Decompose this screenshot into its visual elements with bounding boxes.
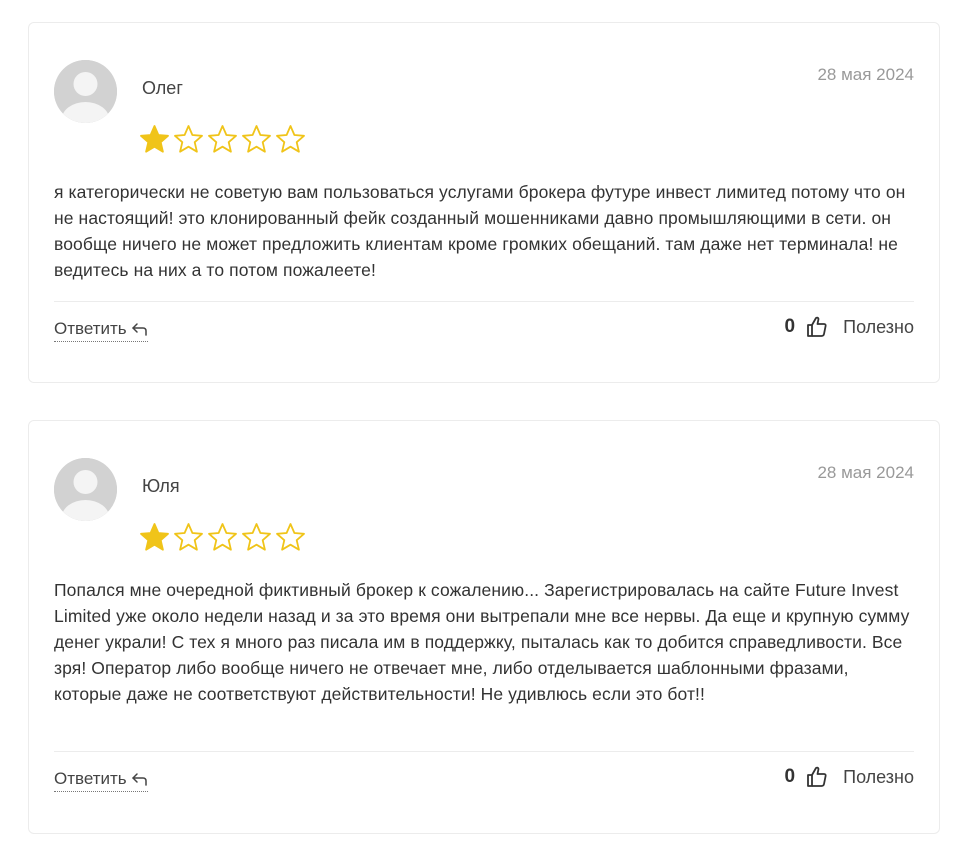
divider bbox=[54, 751, 914, 752]
helpful-section: 0 Полезно bbox=[785, 315, 914, 339]
thumbs-up-icon[interactable] bbox=[805, 315, 829, 339]
helpful-label: Полезно bbox=[843, 316, 914, 337]
reply-arrow-icon bbox=[131, 323, 147, 336]
star-rating bbox=[139, 124, 306, 155]
reply-arrow-icon bbox=[131, 773, 147, 786]
reply-label: Ответить bbox=[54, 769, 127, 788]
divider bbox=[54, 301, 914, 302]
star-outline-icon bbox=[174, 523, 203, 551]
helpful-label: Полезно bbox=[843, 766, 914, 787]
review-date: 28 мая 2024 bbox=[817, 65, 914, 84]
reply-link[interactable]: Ответить bbox=[54, 319, 148, 342]
helpful-count: 0 bbox=[784, 766, 796, 787]
star-outline-icon bbox=[242, 523, 271, 551]
review-text: я категорически не советую вам пользоват… bbox=[54, 182, 906, 280]
avatar bbox=[54, 458, 117, 521]
review-author: Юля bbox=[142, 476, 180, 496]
helpful-count: 0 bbox=[784, 316, 796, 337]
star-filled-icon bbox=[140, 125, 169, 153]
avatar bbox=[54, 60, 117, 123]
star-outline-icon bbox=[242, 125, 271, 153]
star-outline-icon bbox=[174, 125, 203, 153]
reply-link[interactable]: Ответить bbox=[54, 769, 148, 792]
star-filled-icon bbox=[140, 523, 169, 551]
star-outline-icon bbox=[208, 523, 237, 551]
review-author: Олег bbox=[142, 78, 183, 98]
star-rating bbox=[139, 522, 306, 553]
helpful-section: 0 Полезно bbox=[785, 765, 914, 789]
review-card: Юля 28 мая 2024 Попался мне очередной фи… bbox=[28, 420, 940, 834]
reply-label: Ответить bbox=[54, 319, 127, 338]
star-outline-icon bbox=[276, 523, 305, 551]
star-outline-icon bbox=[276, 125, 305, 153]
thumbs-up-icon[interactable] bbox=[805, 765, 829, 789]
review-date: 28 мая 2024 bbox=[817, 463, 914, 482]
star-outline-icon bbox=[208, 125, 237, 153]
review-text: Попался мне очередной фиктивный брокер к… bbox=[54, 580, 910, 704]
review-card: Олег 28 мая 2024 я категорически не сове… bbox=[28, 22, 940, 383]
